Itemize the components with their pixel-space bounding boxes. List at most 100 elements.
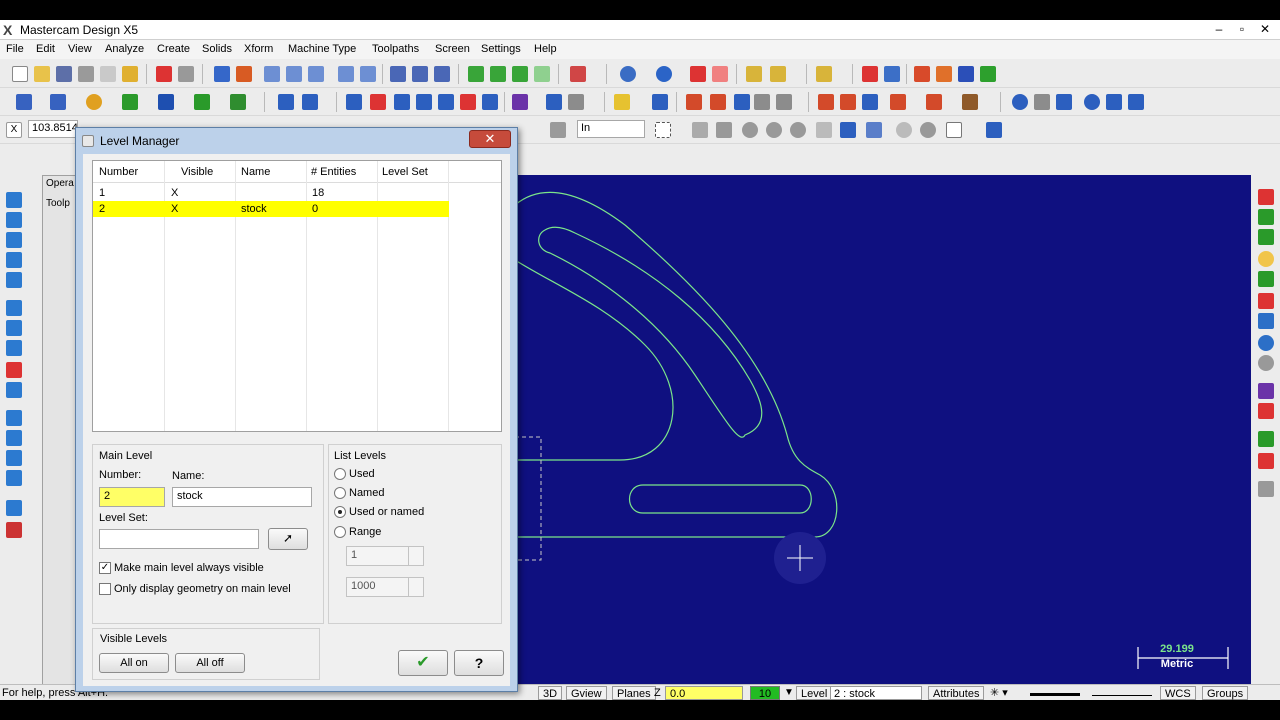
point-style-icon[interactable]: ✳ ▾: [990, 686, 1008, 700]
compare-icon[interactable]: [884, 66, 900, 82]
maximize-button[interactable]: ▫: [1231, 21, 1253, 38]
graphics-area[interactable]: 29.199 Metric: [514, 175, 1251, 696]
break-icon[interactable]: [302, 94, 318, 110]
menu-analyze[interactable]: Analyze: [105, 43, 144, 55]
clean-icon[interactable]: [776, 94, 792, 110]
cursor-icon[interactable]: [692, 122, 708, 138]
dialog-close-button[interactable]: ✕: [469, 130, 511, 148]
project-icon[interactable]: [460, 94, 476, 110]
solid-extrude-icon[interactable]: [230, 94, 246, 110]
hex-icon[interactable]: [716, 122, 732, 138]
stock-icon[interactable]: [962, 94, 978, 110]
radio-range[interactable]: [334, 526, 346, 538]
cube-select-icon[interactable]: [986, 122, 1002, 138]
ball-select-icon[interactable]: [920, 122, 936, 138]
backplot-icon[interactable]: [1034, 94, 1050, 110]
column-entities[interactable]: # Entities: [311, 166, 356, 178]
all-off-button[interactable]: All off: [175, 653, 245, 673]
sphere-icon[interactable]: [620, 66, 636, 82]
left-tool-14-icon[interactable]: [6, 470, 22, 486]
no-select-icon[interactable]: [896, 122, 912, 138]
left-tool-1-icon[interactable]: [6, 192, 22, 208]
left-tool-15-icon[interactable]: [6, 500, 22, 516]
radio-used[interactable]: [334, 468, 346, 480]
units-select[interactable]: In: [577, 120, 645, 138]
right-tool-14-icon[interactable]: [1258, 481, 1274, 497]
solid-shape-icon[interactable]: [690, 66, 706, 82]
ball-icon[interactable]: [656, 66, 672, 82]
rectangle-icon[interactable]: [158, 94, 174, 110]
circle-icon[interactable]: [86, 94, 102, 110]
grid-icon[interactable]: [686, 94, 702, 110]
right-tool-10-icon[interactable]: [1258, 383, 1274, 399]
left-tool-8-icon[interactable]: [6, 340, 22, 356]
pencil-icon[interactable]: [746, 66, 762, 82]
wcs-button[interactable]: WCS: [1160, 686, 1196, 700]
move-icon[interactable]: [914, 66, 930, 82]
selection-icon[interactable]: [550, 122, 566, 138]
window-select-icon[interactable]: [655, 122, 671, 138]
menu-solids[interactable]: Solids: [202, 43, 232, 55]
close-window-button[interactable]: ✕: [1254, 21, 1276, 38]
zoom-target-icon[interactable]: [286, 66, 302, 82]
right-tool-13-icon[interactable]: [1258, 453, 1274, 469]
dynamic-rotate-icon[interactable]: [412, 66, 428, 82]
ok-button[interactable]: ✔: [398, 650, 448, 676]
help-button[interactable]: ?: [454, 650, 504, 676]
rotate-xform-icon[interactable]: [394, 94, 410, 110]
trim-icon[interactable]: [278, 94, 294, 110]
toolpaths-tab[interactable]: Toolp: [46, 198, 70, 209]
fit-icon[interactable]: [236, 66, 252, 82]
operations-tab[interactable]: Opera: [46, 178, 74, 189]
dimension-icon[interactable]: [546, 94, 562, 110]
right-tool-1-icon[interactable]: [1258, 189, 1274, 205]
help-select-icon[interactable]: [946, 122, 962, 138]
number-input[interactable]: 2: [99, 487, 165, 507]
view-3d-button[interactable]: 3D: [538, 686, 563, 700]
all-on-button[interactable]: All on: [99, 653, 169, 673]
attributes-button[interactable]: Attributes: [928, 686, 985, 700]
globe-icon[interactable]: [1084, 94, 1100, 110]
arrow-tool-icon[interactable]: [1106, 94, 1122, 110]
export-icon[interactable]: [980, 66, 996, 82]
column-number[interactable]: Number: [99, 166, 138, 178]
help-arrow-icon[interactable]: [862, 66, 878, 82]
left-tool-11-icon[interactable]: [6, 410, 22, 426]
zoom-out-icon[interactable]: [308, 66, 324, 82]
right-tool-4-icon[interactable]: [1258, 251, 1274, 267]
light-icon[interactable]: [614, 94, 630, 110]
range-to-input[interactable]: 1000: [346, 577, 424, 597]
color-dropdown-icon[interactable]: ▼: [784, 686, 794, 700]
left-tool-4-icon[interactable]: [6, 252, 22, 268]
undo-icon[interactable]: [156, 66, 172, 82]
left-tool-10-icon[interactable]: [6, 382, 22, 398]
magic-wand-icon[interactable]: [816, 66, 832, 82]
point-icon[interactable]: [16, 94, 32, 110]
right-tool-5-icon[interactable]: [1258, 271, 1274, 287]
hidden-line-icon[interactable]: [534, 66, 550, 82]
planes-button[interactable]: Planes: [612, 686, 656, 700]
pan-icon[interactable]: [214, 66, 230, 82]
level-button[interactable]: Level: [796, 686, 833, 700]
column-name[interactable]: Name: [241, 166, 270, 178]
toolpath-icon[interactable]: [890, 94, 906, 110]
fillet-icon[interactable]: [122, 94, 138, 110]
right-tool-9-icon[interactable]: [1258, 355, 1274, 371]
menu-toolpaths[interactable]: Toolpaths: [372, 43, 419, 55]
x-icon[interactable]: [936, 66, 952, 82]
menu-help[interactable]: Help: [534, 43, 557, 55]
analyze-icon[interactable]: [652, 94, 668, 110]
print-icon[interactable]: [78, 66, 94, 82]
sphere-grid-icon[interactable]: [862, 94, 878, 110]
verify-select-icon[interactable]: [866, 122, 882, 138]
bracket-icon[interactable]: [734, 94, 750, 110]
only-display-checkbox[interactable]: [99, 583, 111, 595]
zoom-window-icon[interactable]: [264, 66, 280, 82]
redo-icon[interactable]: [178, 66, 194, 82]
always-visible-checkbox[interactable]: ✓: [99, 562, 111, 574]
tool-icon[interactable]: [818, 94, 834, 110]
table-row-selected[interactable]: 2 X stock 0: [93, 201, 449, 217]
level-select[interactable]: 2 : stock: [830, 686, 922, 700]
zoom-selected-icon[interactable]: [338, 66, 354, 82]
level-set-select-button[interactable]: ➚: [268, 528, 308, 550]
